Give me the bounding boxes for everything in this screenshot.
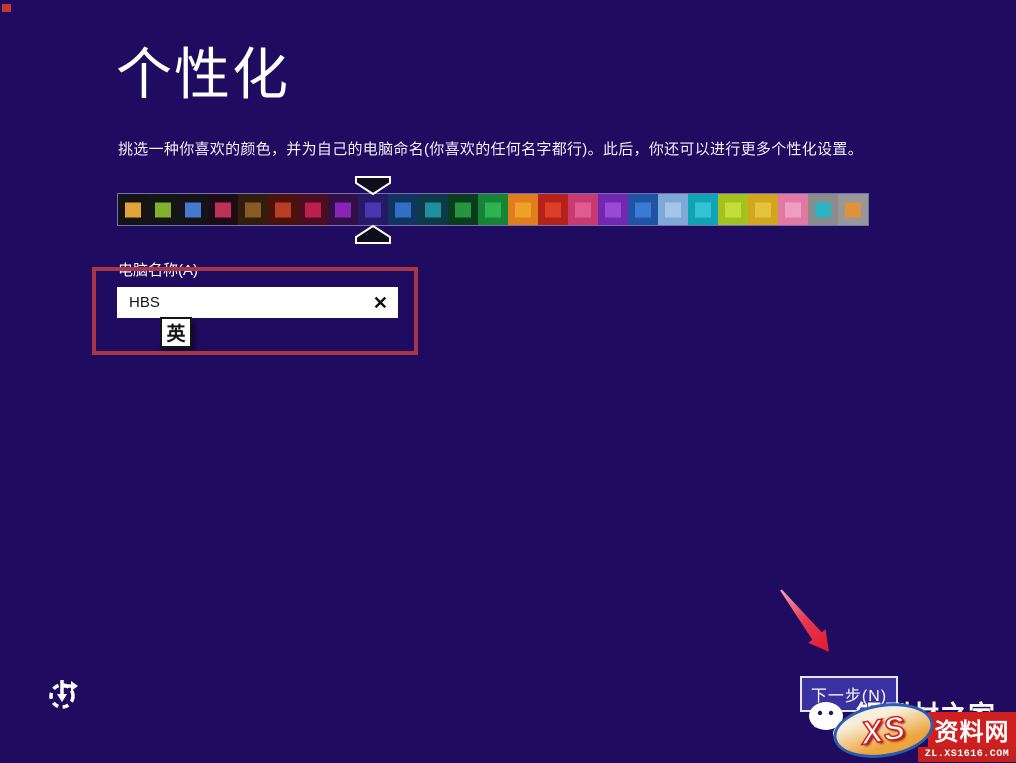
color-cell[interactable] xyxy=(298,194,328,225)
color-swatch xyxy=(485,202,501,217)
color-cell[interactable] xyxy=(418,194,448,225)
color-cell[interactable] xyxy=(778,194,808,225)
page-title: 个性化 xyxy=(116,30,290,111)
color-swatch xyxy=(635,202,651,217)
color-cell[interactable] xyxy=(118,194,148,225)
ease-of-access-icon[interactable] xyxy=(46,677,80,713)
color-swatch xyxy=(845,202,861,217)
color-cell[interactable] xyxy=(748,194,778,225)
color-cell[interactable] xyxy=(328,194,358,225)
color-cell[interactable] xyxy=(178,194,208,225)
color-swatch xyxy=(695,202,711,217)
color-cell[interactable] xyxy=(238,194,268,225)
color-swatch xyxy=(305,202,321,217)
instruction-text: 挑选一种你喜欢的颜色，并为自己的电脑命名(你喜欢的任何名字都行)。此后，你还可以… xyxy=(118,138,878,159)
color-swatch xyxy=(605,202,621,217)
color-swatch xyxy=(815,202,831,217)
color-cell[interactable] xyxy=(838,194,868,225)
color-swatch xyxy=(425,202,441,217)
color-swatch xyxy=(755,202,771,217)
annotation-highlight-box xyxy=(92,267,418,355)
color-slider-marker-bottom-icon[interactable] xyxy=(354,224,392,245)
logo-name-text: 资料网 xyxy=(928,712,1016,747)
color-swatch xyxy=(245,202,261,217)
artifact-red-dot xyxy=(2,4,11,12)
color-swatch xyxy=(275,202,291,217)
color-cell[interactable] xyxy=(268,194,298,225)
color-cell[interactable] xyxy=(718,194,748,225)
color-cell[interactable] xyxy=(148,194,178,225)
color-swatch xyxy=(215,202,231,217)
color-cell[interactable] xyxy=(478,194,508,225)
color-swatch xyxy=(545,202,561,217)
color-swatch xyxy=(665,202,681,217)
color-swatch xyxy=(515,202,531,217)
color-cell[interactable] xyxy=(658,194,688,225)
color-cell[interactable] xyxy=(688,194,718,225)
logo-url-text: ZL.XS1616.COM xyxy=(918,747,1016,762)
color-cell[interactable] xyxy=(388,194,418,225)
color-swatch xyxy=(185,202,201,217)
color-cell[interactable] xyxy=(358,194,388,225)
color-swatch xyxy=(155,202,171,217)
color-cell[interactable] xyxy=(628,194,658,225)
color-swatch xyxy=(575,202,591,217)
color-swatch xyxy=(455,202,471,217)
color-cell[interactable] xyxy=(208,194,238,225)
color-strip[interactable] xyxy=(117,193,869,226)
color-cell[interactable] xyxy=(568,194,598,225)
color-swatch xyxy=(725,202,741,217)
color-swatch xyxy=(365,202,381,217)
color-cell[interactable] xyxy=(448,194,478,225)
logo-xs-text: XS xyxy=(859,709,909,753)
color-slider-marker-top-icon[interactable] xyxy=(354,175,392,196)
color-swatch xyxy=(785,202,801,217)
site-logo: 资料网 ZL.XS1616.COM XS xyxy=(833,700,1016,762)
color-swatch xyxy=(125,202,141,217)
color-cell[interactable] xyxy=(508,194,538,225)
color-cell[interactable] xyxy=(808,194,838,225)
annotation-arrow-icon xyxy=(779,588,835,660)
color-cell[interactable] xyxy=(538,194,568,225)
color-cell[interactable] xyxy=(598,194,628,225)
color-swatch xyxy=(335,202,351,217)
color-swatch xyxy=(395,202,411,217)
oobe-personalize-screen: 个性化 挑选一种你喜欢的颜色，并为自己的电脑命名(你喜欢的任何名字都行)。此后，… xyxy=(0,0,1016,763)
